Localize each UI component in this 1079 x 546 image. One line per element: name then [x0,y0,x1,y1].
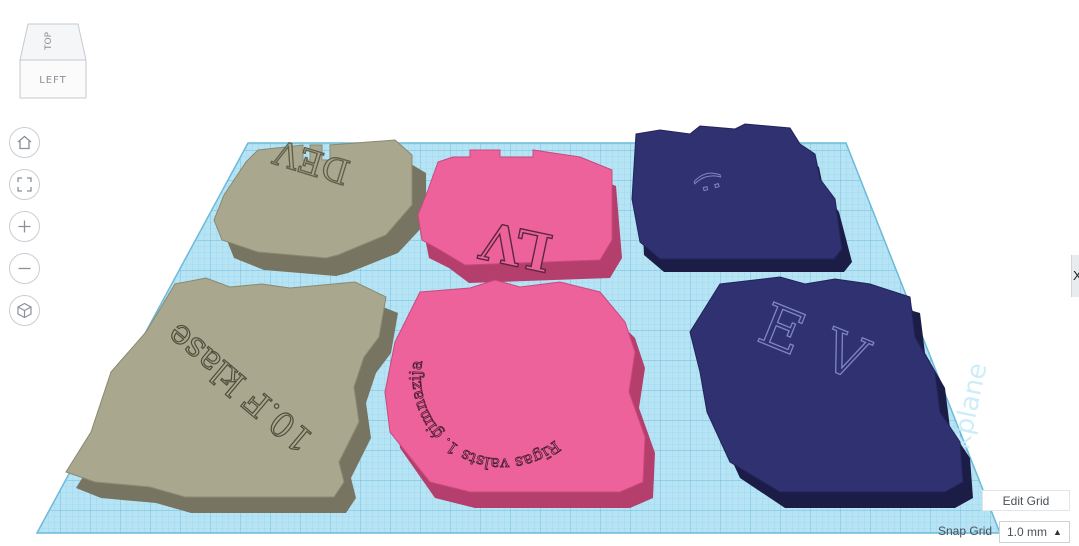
home-icon [17,135,32,150]
plate-pink-gimnazija[interactable]: Rīgas valsts 1. ģimnazija [384,279,655,508]
view-cube-left-label: LEFT [39,75,67,86]
zoom-in-icon [18,220,31,233]
workplane-canvas[interactable]: Workplane DEV LV :) 10.F klase Rīgas val… [0,0,1079,546]
zoom-out-button[interactable] [9,253,40,284]
view-cube-top-label: TOP [44,31,54,51]
plate-tan-klase[interactable]: 10.F klase [65,277,398,513]
snap-grid-value: 1.0 mm [1007,525,1048,539]
caret-up-icon: ▲ [1053,527,1062,537]
edit-grid-button[interactable]: Edit Grid [982,490,1070,511]
plate-pink-lv[interactable]: LV [417,149,622,284]
zoom-out-icon [18,267,31,270]
edit-grid-label: Edit Grid [1002,493,1050,508]
fit-view-button[interactable] [9,169,40,200]
zoom-in-button[interactable] [9,211,40,242]
home-view-button[interactable] [9,127,40,158]
snap-grid-label: Snap Grid [938,524,993,538]
snap-grid-select[interactable]: 1.0 mm ▲ [999,521,1070,543]
fit-view-icon [17,177,32,192]
side-panel-tab-label: X [1073,268,1079,283]
view-cube[interactable]: TOP LEFT [18,20,90,102]
side-panel-tab[interactable]: X [1071,255,1079,297]
perspective-toggle-button[interactable] [9,295,40,326]
perspective-cube-icon [17,302,32,319]
